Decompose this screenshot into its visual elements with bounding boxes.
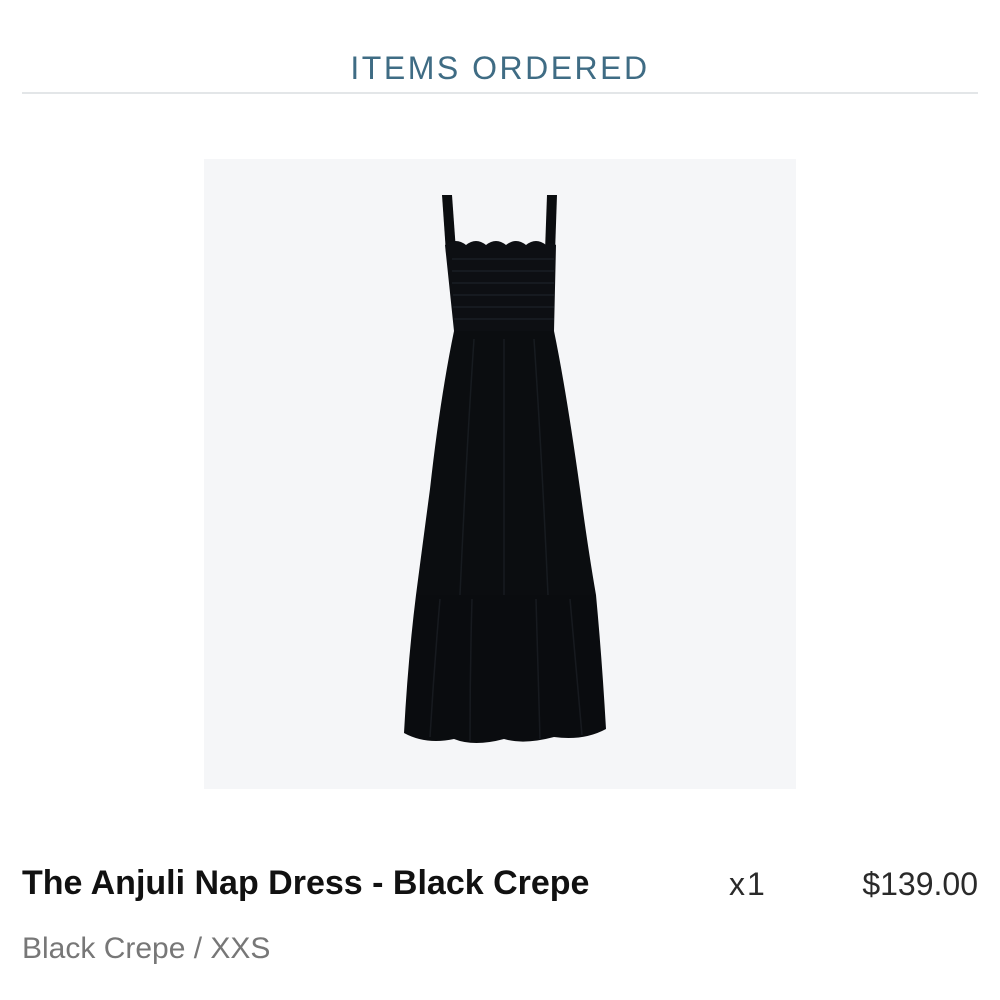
item-name[interactable]: The Anjuli Nap Dress - Black Crepe <box>22 864 589 903</box>
section-title: ITEMS ORDERED <box>350 50 650 86</box>
product-image[interactable] <box>204 159 796 789</box>
items-ordered-header: ITEMS ORDERED <box>22 40 978 94</box>
dress-illustration <box>404 195 606 743</box>
item-price: $139.00 <box>862 866 978 902</box>
item-quantity: x1 <box>729 866 767 902</box>
item-variant: Black Crepe / XXS <box>22 932 271 965</box>
